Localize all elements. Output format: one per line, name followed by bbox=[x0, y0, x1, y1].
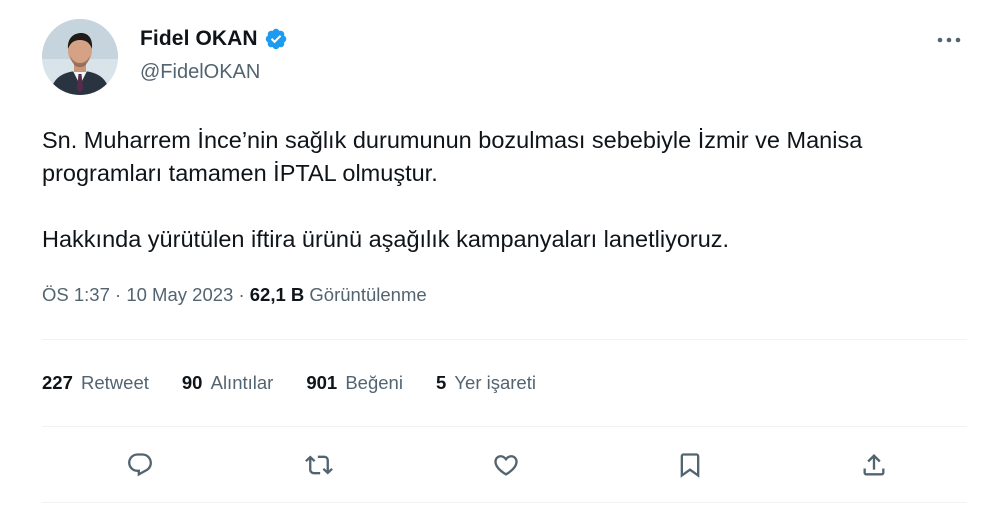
tweet-date[interactable]: 10 May 2023 bbox=[126, 284, 233, 305]
share-button[interactable] bbox=[856, 447, 892, 483]
retweet-icon bbox=[305, 455, 333, 475]
bookmarks-stat[interactable]: 5 Yer işareti bbox=[436, 372, 536, 394]
bookmark-button[interactable] bbox=[672, 447, 708, 483]
retweets-stat[interactable]: 227 Retweet bbox=[42, 372, 149, 394]
quotes-label: Alıntılar bbox=[210, 372, 274, 393]
views-count: 62,1 B bbox=[249, 284, 305, 305]
author-name-row: Fidel OKAN bbox=[140, 27, 288, 51]
more-horizontal-icon bbox=[937, 37, 961, 43]
views-label: Görüntülenme bbox=[309, 284, 427, 305]
divider bbox=[42, 502, 967, 503]
likes-label: Beğeni bbox=[345, 372, 403, 393]
tweet-meta: ÖS 1:37 · 10 May 2023 · 62,1 B Görüntüle… bbox=[42, 284, 427, 306]
tweet-text: Sn. Muharrem İnce’nin sağlık durumunun b… bbox=[42, 124, 962, 256]
divider bbox=[42, 426, 967, 427]
divider bbox=[42, 339, 967, 340]
reply-button[interactable] bbox=[122, 447, 158, 483]
share-icon bbox=[863, 454, 885, 476]
likes-stat[interactable]: 901 Beğeni bbox=[306, 372, 403, 394]
tweet-time[interactable]: ÖS 1:37 bbox=[42, 284, 110, 305]
retweet-button[interactable] bbox=[301, 447, 337, 483]
more-options-button[interactable] bbox=[931, 26, 967, 54]
likes-count: 901 bbox=[306, 372, 338, 393]
bookmark-icon bbox=[680, 453, 700, 478]
quotes-count: 90 bbox=[181, 372, 203, 393]
engagement-stats: 227 Retweet 90 Alıntılar 901 Beğeni 5 Ye… bbox=[42, 372, 569, 394]
tweet-paragraph: Sn. Muharrem İnce’nin sağlık durumunun b… bbox=[42, 127, 863, 186]
author-handle[interactable]: @FidelOKAN bbox=[140, 61, 260, 84]
retweets-label: Retweet bbox=[81, 372, 149, 393]
like-button[interactable] bbox=[488, 447, 524, 483]
author-display-name[interactable]: Fidel OKAN bbox=[140, 27, 258, 51]
retweets-count: 227 bbox=[42, 372, 73, 393]
bookmarks-count: 5 bbox=[435, 372, 447, 393]
like-icon bbox=[494, 455, 518, 476]
quotes-stat[interactable]: 90 Alıntılar bbox=[182, 372, 273, 394]
reply-icon bbox=[128, 453, 152, 477]
meta-separator: · bbox=[115, 284, 127, 305]
verified-badge-icon bbox=[264, 27, 288, 51]
bookmarks-label: Yer işareti bbox=[454, 372, 536, 393]
avatar-image bbox=[42, 19, 118, 95]
meta-separator: · bbox=[238, 284, 250, 305]
avatar[interactable] bbox=[42, 19, 118, 95]
tweet-detail: Fidel OKAN @FidelOKAN Sn. Muharrem İnce’… bbox=[0, 0, 997, 522]
tweet-paragraph: Hakkında yürütülen iftira ürünü aşağılık… bbox=[42, 226, 730, 252]
